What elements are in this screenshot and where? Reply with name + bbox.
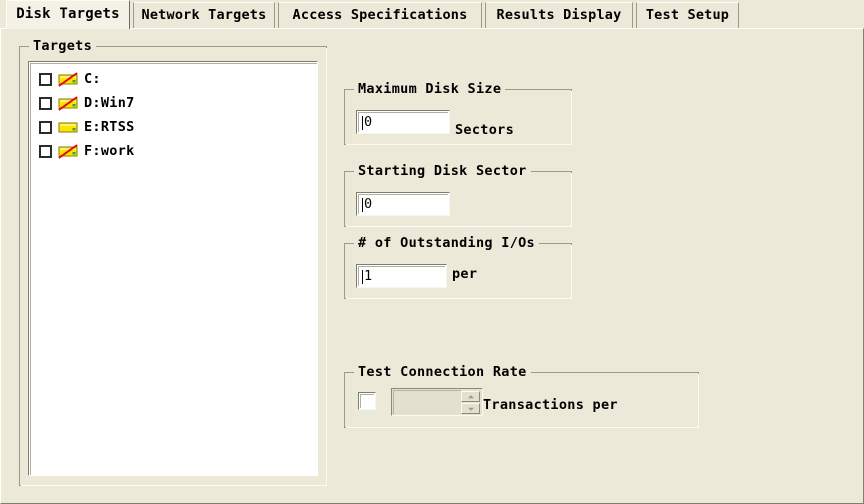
spinner-down-button[interactable] — [461, 403, 480, 414]
target-list-item[interactable]: D:Win7 — [31, 91, 317, 115]
outstanding-ios-input[interactable]: 1 — [356, 264, 447, 288]
tab-disk-targets[interactable]: Disk Targets — [6, 0, 130, 29]
target-list-item[interactable]: F:work — [31, 139, 317, 163]
maximum-disk-size-title: Maximum Disk Size — [354, 81, 506, 97]
maximum-disk-size-value: 0 — [364, 114, 373, 130]
starting-disk-sector-input-inner: 0 — [358, 194, 448, 214]
test-connection-rate-checkbox[interactable] — [358, 392, 376, 410]
starting-disk-sector-groupbox: Starting Disk Sector 0 — [344, 163, 572, 227]
target-list-item[interactable]: E:RTSS — [31, 115, 317, 139]
tab-access-specifications[interactable]: Access Specifications — [278, 2, 482, 28]
tab-page-inner: Targets C: D:Win7 E:RTSS F:work Maximum Dis… — [4, 31, 858, 497]
transactions-per-label: Transactions per — [483, 397, 618, 413]
target-label: E:RTSS — [84, 118, 135, 135]
disk-targets-window: Disk Targets Network Targets Access Spec… — [0, 0, 864, 504]
target-list-item[interactable]: C: — [31, 67, 317, 91]
outstanding-ios-input-inner: 1 — [358, 266, 445, 286]
tab-test-setup[interactable]: Test Setup — [636, 2, 739, 28]
targets-listbox[interactable]: C: D:Win7 E:RTSS F:work — [28, 61, 318, 476]
outstanding-ios-value: 1 — [364, 268, 373, 284]
chevron-down-icon — [467, 407, 474, 411]
spinner-up-button[interactable] — [461, 391, 480, 402]
target-label: D:Win7 — [84, 94, 135, 111]
outstanding-ios-unit-label: per — [452, 266, 478, 282]
target-checkbox[interactable] — [39, 144, 52, 158]
disk-drive-disabled-icon — [58, 144, 78, 159]
target-checkbox[interactable] — [39, 96, 52, 110]
test-connection-rate-title: Test Connection Rate — [354, 364, 531, 380]
disk-drive-disabled-icon — [58, 72, 78, 87]
transactions-spinner-field[interactable] — [393, 390, 461, 414]
target-checkbox[interactable] — [39, 120, 52, 134]
text-caret — [362, 115, 363, 130]
maximum-disk-size-input[interactable]: 0 — [356, 110, 450, 134]
transactions-spinner[interactable] — [391, 388, 483, 416]
targets-group-title: Targets — [29, 38, 96, 54]
targets-groupbox: Targets C: D:Win7 E:RTSS F:work — [19, 38, 327, 486]
starting-disk-sector-value: 0 — [364, 196, 373, 212]
tab-page-disk-targets: Targets C: D:Win7 E:RTSS F:work Maximum Dis… — [0, 28, 864, 504]
text-caret — [362, 197, 363, 212]
tab-network-targets[interactable]: Network Targets — [133, 2, 275, 28]
targets-list-inner: C: D:Win7 E:RTSS F:work — [30, 63, 317, 475]
disk-drive-disabled-icon — [58, 96, 78, 111]
chevron-up-icon — [467, 394, 474, 398]
starting-disk-sector-input[interactable]: 0 — [356, 192, 450, 216]
text-caret — [362, 269, 363, 284]
target-checkbox[interactable] — [39, 72, 52, 86]
target-label: F:work — [84, 142, 135, 159]
disk-drive-icon — [58, 120, 78, 135]
maximum-disk-size-unit-label: Sectors — [455, 122, 514, 138]
target-label: C: — [84, 70, 101, 87]
starting-disk-sector-title: Starting Disk Sector — [354, 163, 531, 179]
maximum-disk-size-input-inner: 0 — [358, 112, 448, 132]
tab-results-display[interactable]: Results Display — [485, 2, 633, 28]
outstanding-ios-title: # of Outstanding I/Os — [354, 235, 539, 251]
tab-strip: Disk Targets Network Targets Access Spec… — [0, 0, 864, 29]
